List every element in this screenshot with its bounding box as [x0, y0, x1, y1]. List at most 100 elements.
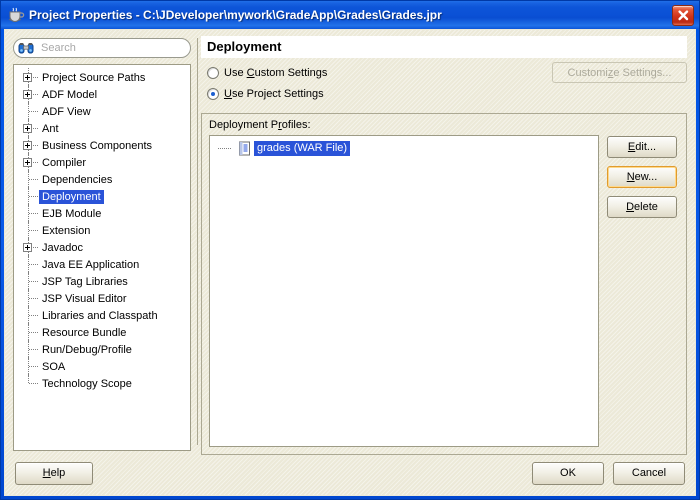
tree-connector	[19, 306, 39, 325]
search-box[interactable]	[13, 38, 191, 58]
expand-toggle[interactable]	[19, 85, 39, 104]
deployment-profiles-label: Deployment Profiles:	[209, 119, 311, 131]
sidebar-item-label: Technology Scope	[42, 377, 132, 390]
sidebar-item-label: ADF Model	[42, 88, 98, 101]
sidebar-item-label: Business Components	[42, 139, 153, 152]
list-item[interactable]: grades (WAR File)	[210, 140, 598, 157]
cancel-button[interactable]: Cancel	[613, 461, 685, 485]
sidebar-item-ant[interactable]: Ant	[14, 119, 190, 138]
deployment-profiles-body: grades (WAR File) Edit... New... Delete	[209, 135, 679, 447]
sidebar-item-label: EJB Module	[42, 207, 102, 220]
profile-actions: Edit... New... Delete	[607, 135, 679, 447]
sidebar-item-java-ee-application[interactable]: Java EE Application	[14, 255, 190, 274]
sidebar-item-label: Run/Debug/Profile	[42, 343, 132, 356]
plus-icon[interactable]	[23, 243, 32, 252]
help-button[interactable]: Help	[15, 461, 93, 485]
radio-use-project-settings[interactable]: Use Project Settings	[207, 85, 687, 103]
sidebar-item-jsp-tag-libraries[interactable]: JSP Tag Libraries	[14, 272, 190, 291]
sidebar-item-label: Compiler	[42, 156, 87, 169]
page-title: Deployment	[201, 36, 687, 58]
ok-button[interactable]: OK	[532, 461, 604, 485]
sidebar-item-label: Java EE Application	[42, 258, 140, 271]
sidebar-item-jsp-visual-editor[interactable]: JSP Visual Editor	[14, 289, 190, 308]
tree-connector	[19, 187, 39, 206]
footer-actions: OK Cancel	[532, 461, 685, 485]
sidebar-item-label: ADF View	[42, 105, 91, 118]
expand-toggle[interactable]	[19, 68, 39, 87]
radio-project-indicator	[207, 88, 219, 100]
tree-connector	[19, 289, 39, 308]
expand-toggle[interactable]	[19, 119, 39, 138]
tree-connector	[19, 357, 39, 376]
sidebar-item-javadoc[interactable]: Javadoc	[14, 238, 190, 257]
delete-button-label: Delete	[626, 201, 658, 213]
deployment-profiles-group: Deployment Profiles: grades (WAR File) E…	[201, 113, 687, 455]
customize-settings-button[interactable]: Customize Settings...	[552, 62, 687, 83]
sidebar-item-adf-model[interactable]: ADF Model	[14, 85, 190, 104]
cancel-button-label: Cancel	[631, 467, 667, 479]
sidebar-item-soa[interactable]: SOA	[14, 357, 190, 376]
plus-icon[interactable]	[23, 141, 32, 150]
radio-project-label: Use Project Settings	[224, 88, 324, 100]
settings-tree[interactable]: Project Source Paths ADF Model ADF View Ant…	[13, 64, 191, 451]
close-icon[interactable]	[672, 4, 694, 26]
tree-connector	[19, 204, 39, 223]
tree-connector	[19, 374, 39, 392]
dialog-footer: Help OK Cancel	[5, 455, 695, 495]
sidebar-item-label: Resource Bundle	[42, 326, 127, 339]
project-properties-dialog: Project Properties - C:\JDeveloper\mywor…	[0, 0, 700, 500]
sidebar-item-label: SOA	[42, 360, 66, 373]
tree-connector	[19, 255, 39, 274]
settings-mode-group: Use Custom Settings Use Project Settings…	[201, 62, 687, 106]
edit-button[interactable]: Edit...	[607, 136, 677, 158]
new-button-label: New...	[626, 171, 658, 183]
plus-icon[interactable]	[23, 73, 32, 82]
sidebar-item-label: Libraries and Classpath	[42, 309, 158, 322]
sidebar-item-resource-bundle[interactable]: Resource Bundle	[14, 323, 190, 342]
tree-connector	[216, 140, 238, 157]
radio-custom-label: Use Custom Settings	[224, 67, 328, 79]
new-button[interactable]: New...	[607, 166, 677, 188]
dialog-client-area: Project Source Paths ADF Model ADF View Ant…	[4, 29, 696, 496]
document-icon	[238, 141, 251, 156]
tree-connector	[19, 221, 39, 240]
sidebar-item-libraries-and-classpath[interactable]: Libraries and Classpath	[14, 306, 190, 325]
settings-navigator: Project Source Paths ADF Model ADF View Ant…	[5, 36, 195, 455]
ok-button-label: OK	[560, 467, 576, 479]
expand-toggle[interactable]	[19, 153, 39, 172]
search-input[interactable]	[41, 42, 184, 54]
sidebar-item-label: Project Source Paths	[42, 71, 146, 84]
dialog-body: Project Source Paths ADF Model ADF View Ant…	[5, 30, 695, 455]
sidebar-item-label: Javadoc	[42, 241, 83, 254]
expand-toggle[interactable]	[19, 136, 39, 155]
plus-icon[interactable]	[23, 90, 32, 99]
sidebar-item-ejb-module[interactable]: EJB Module	[14, 204, 190, 223]
expand-toggle[interactable]	[19, 238, 39, 257]
sidebar-item-label: Extension	[42, 224, 91, 237]
profile-name: grades (WAR File)	[254, 141, 351, 156]
tree-connector	[19, 102, 39, 121]
sidebar-item-project-source-paths[interactable]: Project Source Paths	[14, 68, 190, 87]
radio-custom-indicator	[207, 67, 219, 79]
sidebar-item-label: Dependencies	[42, 173, 113, 186]
sidebar-item-adf-view[interactable]: ADF View	[14, 102, 190, 121]
sidebar-item-technology-scope[interactable]: Technology Scope	[14, 374, 190, 392]
deployment-profiles-list[interactable]: grades (WAR File)	[209, 135, 599, 447]
sidebar-item-compiler[interactable]: Compiler	[14, 153, 190, 172]
sidebar-item-label: JSP Visual Editor	[42, 292, 127, 305]
sidebar-item-extension[interactable]: Extension	[14, 221, 190, 240]
sidebar-item-run-debug-profile[interactable]: Run/Debug/Profile	[14, 340, 190, 359]
delete-button[interactable]: Delete	[607, 196, 677, 218]
edit-button-label: Edit...	[627, 141, 657, 153]
sidebar-item-business-components[interactable]: Business Components	[14, 136, 190, 155]
sidebar-item-label: JSP Tag Libraries	[42, 275, 128, 288]
binoculars-icon	[18, 42, 34, 54]
sidebar-item-deployment[interactable]: Deployment	[14, 187, 190, 206]
plus-icon[interactable]	[23, 158, 32, 167]
titlebar[interactable]: Project Properties - C:\JDeveloper\mywor…	[1, 1, 699, 29]
tree-connector	[19, 323, 39, 342]
tree-connector	[19, 340, 39, 359]
sidebar-item-dependencies[interactable]: Dependencies	[14, 170, 190, 189]
deployment-panel: Deployment Use Custom Settings Use Proje…	[201, 36, 695, 455]
plus-icon[interactable]	[23, 124, 32, 133]
